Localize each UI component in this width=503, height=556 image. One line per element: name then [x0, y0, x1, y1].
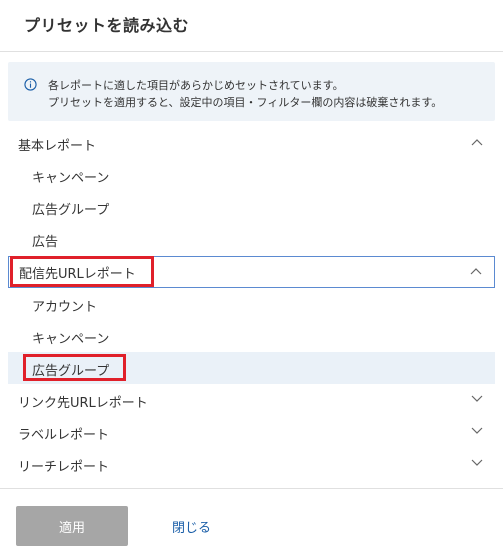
group-label: リンク先URLレポート	[18, 396, 148, 411]
chevron-down-icon	[471, 459, 483, 466]
item-label: キャンペーン	[32, 171, 110, 186]
chevron-up-icon	[470, 268, 482, 275]
chevron-down-icon	[471, 395, 483, 402]
notice-text-line-2: プリセットを適用すると、設定中の項目・フィルター欄の内容は破棄されます。	[48, 96, 443, 109]
item-label: 広告グループ	[32, 364, 110, 379]
group-label: リーチレポート	[18, 460, 110, 475]
preset-group-reach-report[interactable]: リーチレポート	[8, 448, 495, 480]
item-label: 広告グループ	[32, 203, 110, 218]
preset-item-ad[interactable]: 広告	[8, 223, 495, 255]
preset-group-placement-url-report[interactable]: 配信先URLレポート	[8, 256, 495, 288]
info-icon	[24, 78, 37, 91]
group-label: ラベルレポート	[18, 428, 110, 443]
info-notice: 各レポートに適した項目があらかじめセットされています。 プリセットを適用すると、…	[8, 62, 495, 121]
notice-text-line-1: 各レポートに適した項目があらかじめセットされています。	[48, 79, 344, 92]
preset-group-basic-report[interactable]: 基本レポート	[8, 127, 495, 159]
preset-item-campaign[interactable]: キャンペーン	[8, 320, 495, 352]
group-label: 基本レポート	[18, 139, 97, 154]
close-link[interactable]: 閉じる	[172, 517, 211, 536]
item-label: アカウント	[32, 300, 98, 315]
item-label: 広告	[32, 235, 59, 250]
preset-group-label-report[interactable]: ラベルレポート	[8, 416, 495, 448]
divider	[0, 51, 503, 52]
preset-item-ad-group-selected[interactable]: 広告グループ	[8, 352, 495, 384]
preset-item-campaign[interactable]: キャンペーン	[8, 159, 495, 191]
chevron-down-icon	[471, 427, 483, 434]
chevron-up-icon	[471, 139, 483, 146]
group-label: 配信先URLレポート	[19, 267, 136, 282]
preset-item-ad-group[interactable]: 広告グループ	[8, 191, 495, 223]
item-label: キャンペーン	[32, 332, 110, 347]
apply-button[interactable]: 適用	[16, 506, 128, 546]
divider	[0, 488, 503, 489]
dialog-title: プリセットを読み込む	[24, 16, 190, 35]
preset-group-destination-url-report[interactable]: リンク先URLレポート	[8, 384, 495, 416]
preset-item-account[interactable]: アカウント	[8, 288, 495, 320]
